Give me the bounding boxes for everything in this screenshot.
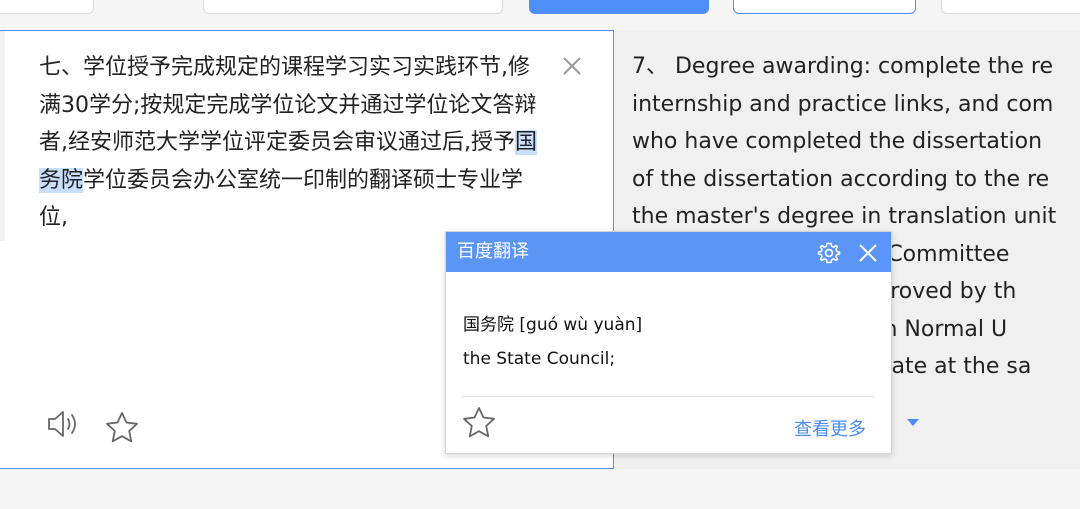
source-text[interactable]: 七、学位授予完成规定的课程学习实习实践环节,修满30学分;按规定完成学位论文并通… xyxy=(39,49,539,237)
toolbar-button-5[interactable] xyxy=(941,0,1080,14)
toolbar-input[interactable] xyxy=(203,0,503,14)
popup-header: 百度翻译 xyxy=(446,232,891,272)
close-icon[interactable] xyxy=(856,241,880,265)
translation-line: of the dissertation according to the re xyxy=(632,166,1050,192)
bottom-strip xyxy=(0,469,1080,509)
source-text-before: 七、学位授予完成规定的课程学习实习实践环节,修满30学分;按规定完成学位论文并通… xyxy=(39,55,537,155)
view-more-link[interactable]: 查看更多 xyxy=(794,415,866,441)
star-icon[interactable] xyxy=(105,411,139,443)
left-gutter xyxy=(0,31,5,241)
translation-line: the master's degree in translation unit xyxy=(632,204,1057,229)
clear-button[interactable] xyxy=(559,53,585,79)
caret-down-icon[interactable] xyxy=(906,418,920,428)
gear-icon[interactable] xyxy=(817,241,841,265)
speaker-icon[interactable] xyxy=(46,409,82,439)
translation-popup: 百度翻译 国务院 [guó wù yuàn] the State Council… xyxy=(445,231,892,454)
translation-line: 7、 Degree awarding: complete the re xyxy=(632,54,1054,79)
translation-line: internship and practice links, and com xyxy=(632,91,1054,117)
top-toolbar xyxy=(0,0,1080,30)
popup-title: 百度翻译 xyxy=(457,241,529,262)
toolbar-primary-button[interactable] xyxy=(529,0,709,14)
toolbar-button-1[interactable] xyxy=(0,0,94,14)
source-text-after: 学位委员会办公室统一印制的翻译硕士专业学位, xyxy=(39,167,524,231)
star-icon[interactable] xyxy=(462,406,496,438)
popup-divider xyxy=(462,396,874,397)
popup-definition: the State Council; xyxy=(463,349,616,369)
close-icon xyxy=(563,57,581,75)
translation-line: who have completed the dissertation xyxy=(632,129,1043,154)
popup-word: 国务院 [guó wù yuàn] xyxy=(463,315,643,335)
toolbar-secondary-button[interactable] xyxy=(733,0,916,14)
